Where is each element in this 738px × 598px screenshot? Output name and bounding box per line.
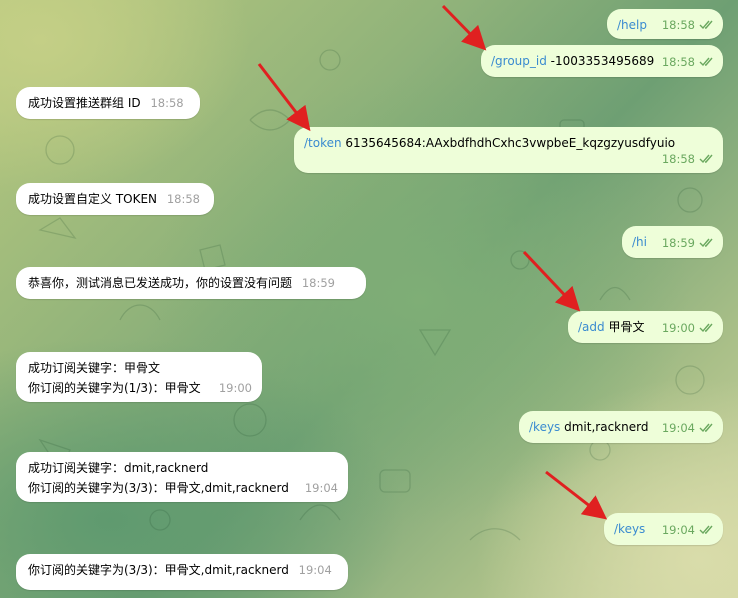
red-arrow-token <box>257 63 311 132</box>
red-arrow-keys <box>545 470 608 520</box>
annotation-arrows <box>257 4 608 520</box>
red-arrow-add <box>522 250 581 312</box>
red-arrow-group-id <box>441 4 487 51</box>
